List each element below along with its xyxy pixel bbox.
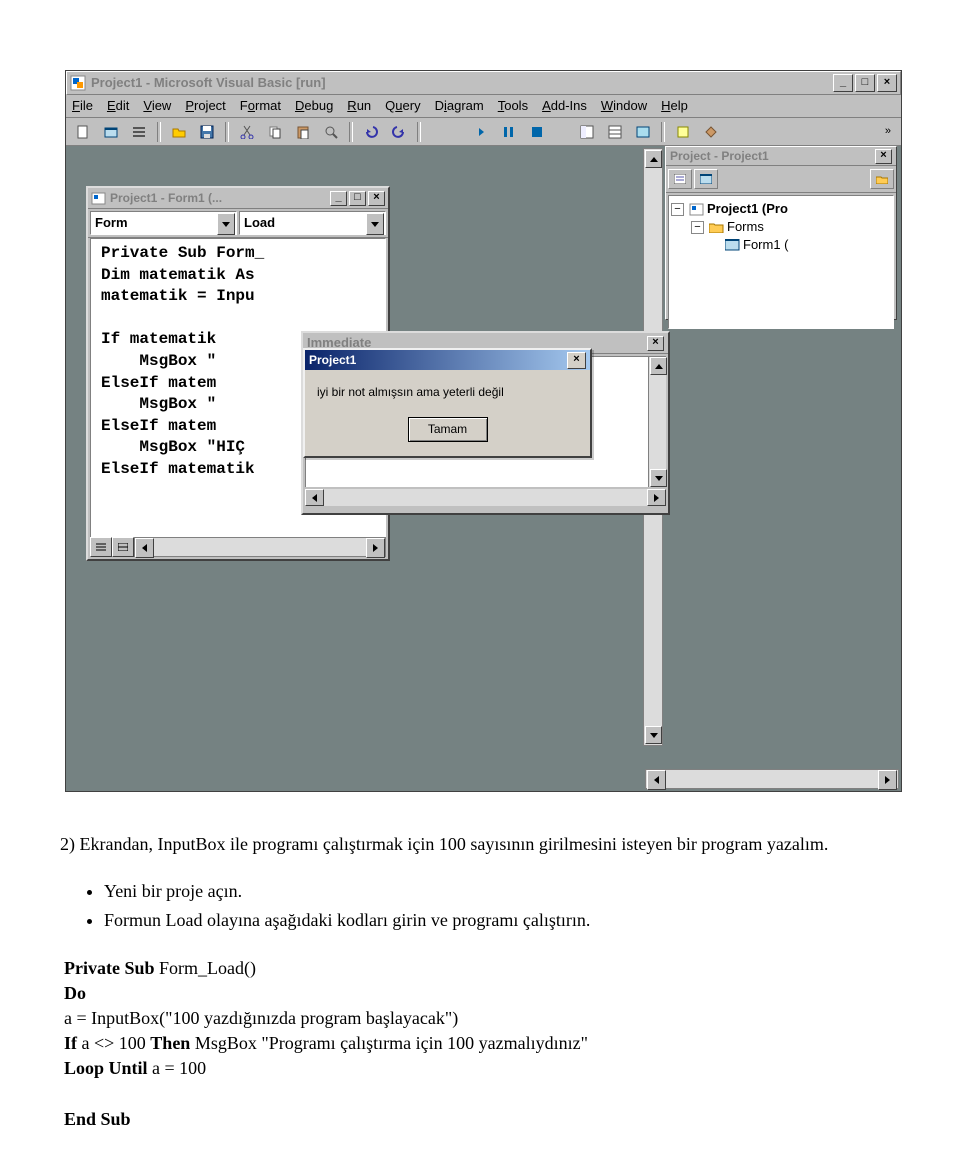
cut-button[interactable] (234, 120, 260, 144)
view-code-button[interactable] (668, 169, 692, 189)
object-browser-button[interactable] (670, 120, 696, 144)
cw-close-button[interactable]: × (368, 191, 385, 206)
list-item: Formun Load olayına aşağıdaki kodları gi… (104, 908, 900, 933)
maximize-button[interactable]: □ (855, 74, 875, 92)
add-form-button[interactable] (98, 120, 124, 144)
panel-close-button[interactable]: × (875, 149, 892, 164)
dropdown-icon (366, 213, 384, 235)
list-item: Yeni bir proje açın. (104, 879, 900, 904)
new-project-button[interactable] (70, 120, 96, 144)
code-hscroll[interactable] (134, 537, 386, 557)
mdi-area: Project - Project1 × − Project1 (Pro − (66, 145, 901, 791)
find-button[interactable] (318, 120, 344, 144)
vb-ide-window: Project1 - Microsoft Visual Basic [run] … (65, 70, 902, 792)
menu-editor-button[interactable] (126, 120, 152, 144)
menu-query[interactable]: Query (385, 97, 420, 115)
menu-debug[interactable]: Debug (295, 97, 333, 115)
menu-diagram[interactable]: Diagram (435, 97, 484, 115)
window-title: Project1 - Microsoft Visual Basic [run] (91, 74, 326, 92)
menu-edit[interactable]: Edit (107, 97, 129, 115)
immediate-close-button[interactable]: × (647, 336, 664, 351)
msgbox-titlebar[interactable]: Project1 × (305, 350, 590, 370)
msgbox-title-text: Project1 (309, 352, 356, 369)
cw-maximize-button[interactable]: □ (349, 191, 366, 206)
procedure-combo[interactable]: Load (239, 211, 386, 235)
code-sample: Private Sub Form_Load() Do a = InputBox(… (64, 956, 900, 1132)
toolbar-overflow-icon[interactable]: » (885, 124, 897, 139)
tree-form1-node[interactable]: Form1 ( (671, 236, 891, 254)
project-tree[interactable]: − Project1 (Pro − Forms Form1 ( (668, 195, 894, 329)
undo-button[interactable] (358, 120, 384, 144)
toolbox-button[interactable] (698, 120, 724, 144)
menu-file[interactable]: File (72, 97, 93, 115)
code-window-titlebar[interactable]: Project1 - Form1 (... _ □ × (88, 188, 388, 209)
start-button[interactable] (468, 120, 494, 144)
question-text: 2) Ekrandan, InputBox ile programı çalış… (60, 832, 900, 857)
immediate-vscroll[interactable] (648, 357, 666, 487)
project-explorer-toolbar (666, 166, 896, 193)
menu-run[interactable]: Run (347, 97, 371, 115)
msgbox-close-button[interactable]: × (567, 352, 586, 369)
menu-bar: File Edit View Project Format Debug Run … (66, 95, 901, 118)
project-explorer-title[interactable]: Project - Project1 × (666, 147, 896, 166)
menu-addins[interactable]: Add-Ins (542, 97, 587, 115)
paste-button[interactable] (290, 120, 316, 144)
full-module-view-button[interactable] (112, 537, 134, 557)
cw-minimize-button[interactable]: _ (330, 191, 347, 206)
object-combo[interactable]: Form (90, 211, 237, 235)
end-button[interactable] (524, 120, 550, 144)
copy-button[interactable] (262, 120, 288, 144)
redo-button[interactable] (386, 120, 412, 144)
mdi-hscroll[interactable] (645, 769, 899, 789)
immediate-hscroll[interactable] (305, 489, 666, 506)
toolbar: » (66, 118, 901, 147)
project-explorer-title-text: Project - Project1 (670, 148, 769, 165)
msgbox-message: iyi bir not almışsın ama yeterli değil (305, 370, 590, 411)
instruction-list: Yeni bir proje açın. Formun Load olayına… (60, 879, 900, 933)
msgbox-ok-button[interactable]: Tamam (408, 417, 488, 442)
project-explorer-button[interactable] (574, 120, 600, 144)
dropdown-icon (217, 213, 235, 235)
tree-project-node[interactable]: − Project1 (Pro (671, 200, 891, 218)
menu-format[interactable]: Format (240, 97, 281, 115)
menu-window[interactable]: Window (601, 97, 647, 115)
minimize-button[interactable]: _ (833, 74, 853, 92)
save-button[interactable] (194, 120, 220, 144)
close-button[interactable]: × (877, 74, 897, 92)
menu-help[interactable]: Help (661, 97, 688, 115)
app-icon (70, 75, 86, 91)
properties-button[interactable] (602, 120, 628, 144)
view-object-button[interactable] (694, 169, 718, 189)
toggle-folders-button[interactable] (870, 169, 894, 189)
project-explorer: Project - Project1 × − Project1 (Pro − (665, 146, 897, 320)
open-button[interactable] (166, 120, 192, 144)
title-bar[interactable]: Project1 - Microsoft Visual Basic [run] … (66, 71, 901, 95)
form-layout-button[interactable] (630, 120, 656, 144)
message-box: Project1 × iyi bir not almışsın ama yete… (303, 348, 592, 458)
menu-tools[interactable]: Tools (498, 97, 528, 115)
menu-project[interactable]: Project (185, 97, 225, 115)
break-button[interactable] (496, 120, 522, 144)
procedure-view-button[interactable] (90, 537, 112, 557)
tree-forms-folder[interactable]: − Forms (671, 218, 891, 236)
code-window-title: Project1 - Form1 (... (110, 190, 222, 207)
menu-view[interactable]: View (143, 97, 171, 115)
